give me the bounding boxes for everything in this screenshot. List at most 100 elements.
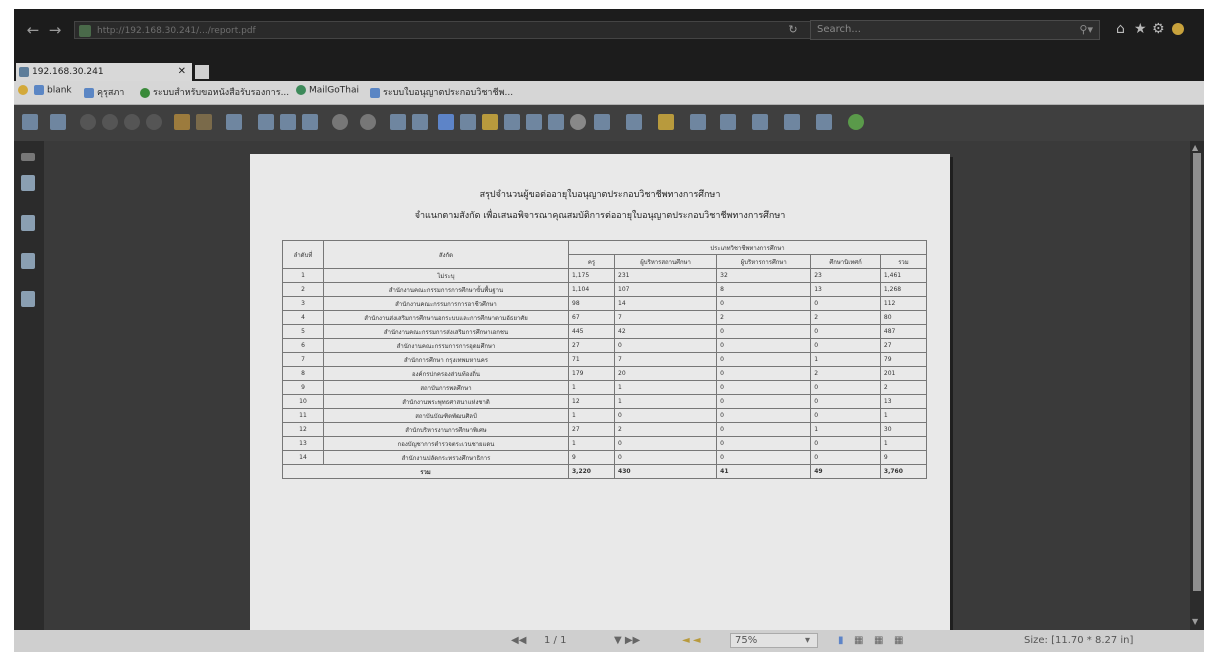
continuous-facing-view-icon[interactable]: ▦ — [894, 635, 903, 646]
tab-active[interactable]: 192.168.30.241 ✕ — [16, 63, 192, 81]
row-teacher-count: 445 — [567, 324, 616, 339]
first-page-icon[interactable] — [80, 114, 96, 130]
status-back-view-icon[interactable]: ◄ ◄ — [682, 635, 701, 646]
single-page-view-icon[interactable]: ▮ — [838, 635, 844, 646]
home-icon[interactable]: ⌂ — [1116, 21, 1125, 37]
refresh-icon[interactable]: ↻ — [784, 21, 802, 39]
favorite-item-certificate-system[interactable]: ระบบสำหรับขอหนังสือรับรองการ... — [140, 85, 289, 99]
search-input[interactable]: Search... — [817, 24, 861, 35]
row-supervisor-count: 0 — [810, 338, 881, 353]
smiley-feedback-icon[interactable] — [1172, 23, 1184, 35]
bookmarks-panel-icon[interactable] — [21, 215, 35, 231]
print-icon[interactable] — [50, 114, 66, 130]
favorite-item-license-system[interactable]: ระบบใบอนุญาตประกอบวิชาชีพ... — [370, 85, 513, 99]
shape-circle-icon[interactable] — [570, 114, 586, 130]
link-icon[interactable] — [690, 114, 706, 130]
layers-panel-icon[interactable] — [21, 291, 35, 307]
layout-icon[interactable] — [412, 114, 428, 130]
help-icon[interactable] — [848, 114, 864, 130]
row-supervisor-count: 13 — [810, 282, 881, 297]
row-affiliation: สถาบันบัณฑิตพัฒนศิลป์ — [323, 408, 569, 423]
status-first-page-icon[interactable]: ◀◀ — [511, 635, 526, 646]
status-next-page-icon[interactable]: ▼ ▶▶ — [614, 635, 640, 646]
pages-panel-icon[interactable] — [21, 175, 35, 191]
forward-view-icon[interactable] — [196, 114, 212, 130]
next-page-icon[interactable] — [124, 114, 140, 130]
favorite-item-blank[interactable]: blank — [34, 85, 72, 96]
row-supervisor-count: 1 — [810, 422, 881, 437]
header-supervisor: ศึกษานิเทศก์ — [810, 254, 881, 269]
document-viewport[interactable]: สรุปจำนวนผู้ขอต่ออายุใบอนุญาตประกอบวิชาช… — [44, 141, 1190, 630]
fit-page-icon[interactable] — [258, 114, 274, 130]
row-affiliation: ไม่ระบุ — [323, 268, 569, 283]
row-teacher-count: 9 — [567, 450, 616, 465]
row-admin-edu-count: 0 — [716, 380, 812, 395]
save-icon[interactable] — [22, 114, 38, 130]
typewriter-icon[interactable] — [526, 114, 542, 130]
continuous-view-icon[interactable]: ▦ — [854, 635, 863, 646]
tab-row: 192.168.30.241 ✕ — [14, 53, 1204, 81]
settings-gear-icon[interactable]: ⚙ — [1152, 21, 1165, 37]
previous-page-icon[interactable] — [102, 114, 118, 130]
row-supervisor-count: 0 — [810, 450, 881, 465]
total-admin-edu: 41 — [716, 464, 812, 479]
facing-view-icon[interactable]: ▦ — [874, 635, 883, 646]
vertical-scrollbar[interactable]: ▲ ▼ — [1190, 141, 1204, 630]
fit-width-icon[interactable] — [280, 114, 296, 130]
row-admin-school-count: 1 — [614, 380, 718, 395]
user-icon[interactable] — [752, 114, 768, 130]
favorite-item-mailgothai[interactable]: MailGoThai — [296, 85, 359, 96]
back-view-icon[interactable] — [174, 114, 190, 130]
forward-arrow-icon[interactable]: → — [46, 21, 64, 39]
edit-icon[interactable] — [626, 114, 642, 130]
image-icon[interactable] — [548, 114, 564, 130]
page-indicator[interactable]: 1 / 1 — [544, 635, 566, 646]
comments-panel-icon[interactable] — [21, 253, 35, 269]
back-arrow-icon[interactable]: ← — [24, 21, 42, 39]
row-total-count: 1 — [879, 408, 928, 423]
favorites-star-add-icon[interactable] — [18, 85, 31, 96]
new-tab-button[interactable] — [195, 65, 209, 79]
table-row: 10 สำนักงานพระพุทธศาสนาแห่งชาติ 12 1 0 0 13 — [282, 394, 928, 409]
collapse-panel-icon[interactable] — [21, 153, 35, 161]
close-tab-icon[interactable]: ✕ — [178, 63, 186, 81]
scroll-up-arrow-icon[interactable]: ▲ — [1192, 143, 1198, 152]
tab-title: 192.168.30.241 — [32, 67, 104, 77]
hand-tool-icon[interactable] — [438, 114, 454, 130]
last-page-icon[interactable] — [146, 114, 162, 130]
row-admin-edu-count: 0 — [716, 338, 812, 353]
header-admin-school: ผู้บริหารสถานศึกษา — [614, 254, 718, 269]
zoom-in-icon[interactable] — [360, 114, 376, 130]
row-admin-edu-count: 0 — [716, 352, 812, 367]
search-icon[interactable]: ⚲▾ — [1079, 23, 1093, 36]
form-icon[interactable] — [816, 114, 832, 130]
note-icon[interactable] — [594, 114, 610, 130]
snapshot-icon[interactable] — [504, 114, 520, 130]
total-teacher: 3,220 — [567, 464, 616, 479]
attachment-icon[interactable] — [658, 114, 674, 130]
header-total: รวม — [879, 254, 928, 269]
row-supervisor-count: 0 — [810, 380, 881, 395]
favorites-star-icon[interactable]: ★ — [1134, 21, 1147, 37]
scrollbar-thumb[interactable] — [1193, 153, 1201, 591]
table-row: 2 สำนักงานคณะกรรมการการศึกษาขั้นพื้นฐาน 1,… — [282, 282, 928, 297]
row-admin-edu-count: 0 — [716, 436, 812, 451]
zoom-select[interactable]: 75% ▾ — [730, 633, 818, 648]
scroll-down-arrow-icon[interactable]: ▼ — [1192, 617, 1198, 626]
search-box[interactable]: Search... ⚲▾ — [810, 20, 1100, 40]
stamp-icon[interactable] — [720, 114, 736, 130]
row-teacher-count: 12 — [567, 394, 616, 409]
favorite-item-khurusapha[interactable]: คุรุสภา — [84, 85, 124, 99]
report-subtitle: จำแนกตามสังกัด เพื่อเสนอพิจารณาคุณสมบัติ… — [414, 211, 786, 221]
zoom-tool-icon[interactable] — [226, 114, 242, 130]
header-profession-group: ประเภทวิชาชีพทางการศึกษา — [568, 240, 927, 255]
zoom-out-icon[interactable] — [332, 114, 348, 130]
rotate-icon[interactable] — [390, 114, 406, 130]
table-row: 7 สำนักการศึกษา กรุงเทพมหานคร 71 7 0 1 79 — [282, 352, 928, 367]
url-field[interactable]: http://192.168.30.241/.../report.pdf — [74, 21, 814, 39]
sign-icon[interactable] — [784, 114, 800, 130]
row-admin-school-count: 107 — [614, 282, 718, 297]
select-text-icon[interactable] — [460, 114, 476, 130]
actual-size-icon[interactable] — [302, 114, 318, 130]
highlight-icon[interactable] — [482, 114, 498, 130]
